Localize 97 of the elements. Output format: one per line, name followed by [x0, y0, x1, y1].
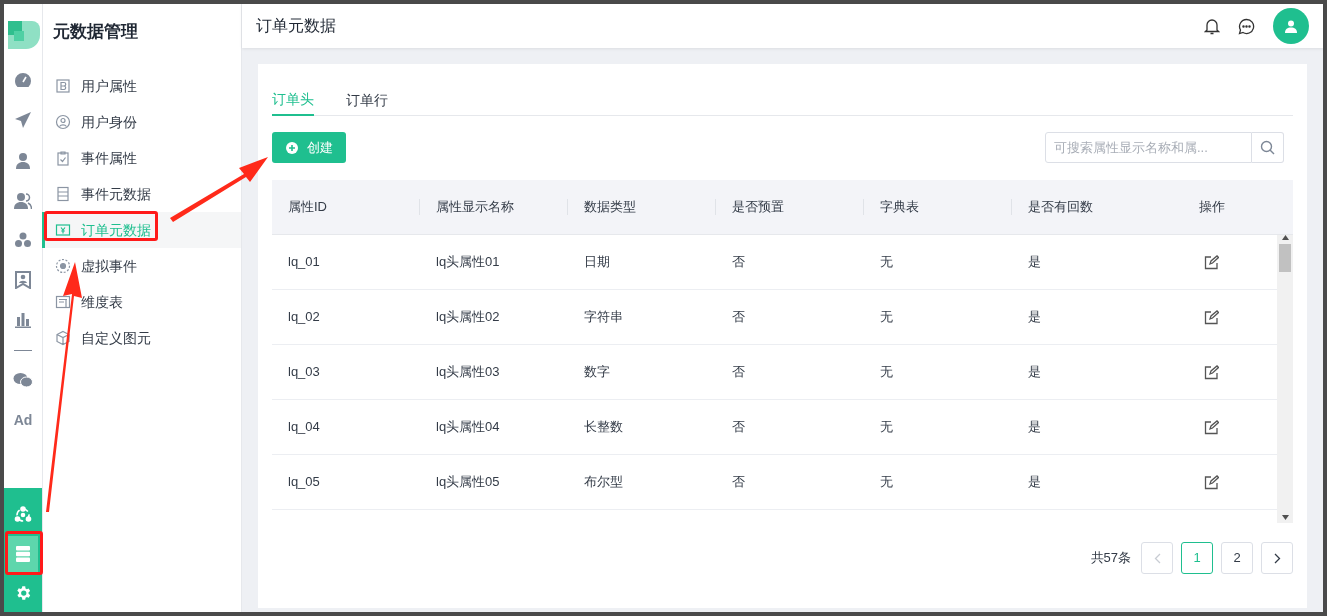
yen-card-icon — [55, 222, 71, 238]
letter-b-icon — [55, 78, 71, 94]
table-cell-text: 布尔型 — [583, 473, 623, 492]
dotted-circle-icon — [55, 258, 71, 274]
table-cell-text: 数字 — [583, 363, 610, 382]
bell-icon[interactable] — [1204, 17, 1220, 35]
sidebar-item-label: 订单元数据 — [81, 220, 151, 240]
table-cell-text: 日期 — [583, 253, 610, 272]
server-icon — [55, 186, 71, 202]
sidebar-item-label: 自定义图元 — [81, 328, 151, 348]
column-header: 属性显示名称 — [436, 198, 514, 217]
sidebar-item-label: 事件属性 — [81, 148, 137, 168]
table-cell-text: lq_04 — [287, 418, 320, 437]
table-cell-text: 无 — [879, 473, 893, 492]
table-cell-text: lq头属性03 — [435, 363, 500, 382]
table-cell-text: 否 — [731, 308, 745, 327]
chevron-left-icon — [1153, 552, 1161, 564]
scroll-down-icon[interactable] — [1281, 515, 1289, 520]
sidebar-item-label: 用户属性 — [81, 76, 137, 96]
sidebar-item-label: 事件元数据 — [81, 184, 151, 204]
table-cell-text: 无 — [879, 363, 893, 382]
table-cell-text: 否 — [731, 363, 745, 382]
edit-icon[interactable] — [1204, 254, 1219, 270]
chat-bubbles-icon[interactable] — [13, 372, 33, 388]
table-cell-text: 是 — [1027, 363, 1041, 382]
total-count: 共57条 — [1090, 549, 1131, 568]
table-cell-text: lq_02 — [287, 308, 320, 327]
table-cell-text: 否 — [731, 253, 745, 272]
sidebar-item[interactable]: 用户身份 — [43, 104, 241, 140]
column-header: 字典表 — [880, 198, 919, 217]
paper-plane-icon[interactable] — [14, 111, 32, 129]
sidebar-item[interactable]: 用户属性 — [43, 68, 241, 104]
table-cell-text: 否 — [731, 473, 745, 492]
scrollbar[interactable] — [1277, 235, 1293, 523]
table-cell-text: 长整数 — [583, 418, 623, 437]
scrollbar-thumb[interactable] — [1279, 244, 1291, 272]
share-nodes-icon[interactable] — [14, 506, 32, 524]
sidebar-item-label: 维度表 — [81, 292, 123, 312]
chevron-right-icon — [1273, 552, 1281, 564]
table-cell-text: 无 — [879, 418, 893, 437]
column-header: 操作 — [1198, 198, 1225, 217]
table-cell-text: lq头属性01 — [435, 253, 500, 272]
table-cell-text: 无 — [879, 308, 893, 327]
column-header: 是否预置 — [732, 198, 784, 217]
sidebar-title: 元数据管理 — [52, 21, 139, 44]
user-circle-icon — [55, 114, 71, 130]
tab[interactable]: 订单行 — [346, 84, 388, 116]
settings-icon[interactable] — [14, 584, 32, 602]
table-cell-text: lq_01 — [287, 253, 320, 272]
sidebar-item[interactable]: 事件属性 — [43, 140, 241, 176]
table-cell-text: 是 — [1027, 253, 1041, 272]
edit-icon[interactable] — [1204, 364, 1219, 380]
users-icon[interactable] — [14, 191, 32, 209]
search-button[interactable] — [1252, 132, 1284, 163]
cluster-icon[interactable] — [14, 232, 32, 248]
bar-chart-icon[interactable] — [14, 312, 32, 328]
clipboard-check-icon — [55, 150, 71, 166]
edit-icon[interactable] — [1204, 419, 1219, 435]
gauge-icon[interactable] — [14, 72, 32, 88]
table-cell-text: lq头属性04 — [435, 418, 500, 437]
plus-circle-icon — [285, 141, 298, 154]
highlight-frame — [5, 531, 43, 575]
table-cell-text: 否 — [731, 418, 745, 437]
sidebar-item[interactable]: 事件元数据 — [43, 176, 241, 212]
sidebar-item[interactable]: 自定义图元 — [43, 320, 241, 356]
search-field[interactable]: 可搜索属性显示名称和属... — [1045, 132, 1252, 163]
ad-link[interactable]: Ad — [13, 409, 33, 431]
chat-icon[interactable] — [1238, 17, 1255, 35]
table-cell-text: 字符串 — [583, 308, 623, 327]
badge-icon[interactable] — [15, 271, 31, 289]
table-cell-text: lq_03 — [287, 363, 320, 382]
table-cell-text: 是 — [1027, 308, 1041, 327]
sidebar-item-label: 虚拟事件 — [81, 256, 137, 276]
sidebar-item[interactable]: 维度表 — [43, 284, 241, 320]
avatar[interactable] — [1273, 8, 1309, 44]
table-cell-text: 是 — [1027, 418, 1041, 437]
page-button[interactable]: 2 — [1221, 542, 1253, 574]
search-icon — [1260, 140, 1275, 155]
table-cell-text: lq头属性02 — [435, 308, 500, 327]
sidebar-item[interactable]: 虚拟事件 — [43, 248, 241, 284]
column-header: 是否有回数 — [1028, 198, 1093, 217]
cube-icon — [55, 330, 71, 346]
edit-icon[interactable] — [1204, 309, 1219, 325]
table-cell-text: 是 — [1027, 473, 1041, 492]
user-silhouette-icon — [1285, 19, 1297, 33]
edit-icon[interactable] — [1204, 474, 1219, 490]
page-title: 订单元数据 — [256, 16, 336, 36]
next-page-button[interactable] — [1261, 542, 1293, 574]
table-cell-text: lq_05 — [287, 473, 320, 492]
sidebar-item-label: 用户身份 — [81, 112, 137, 132]
table-cell-text: 无 — [879, 253, 893, 272]
column-header: 数据类型 — [584, 198, 636, 217]
table-cell-text: lq头属性05 — [435, 473, 500, 492]
rail-divider — [14, 349, 32, 351]
column-header: 属性ID — [288, 198, 327, 217]
user-icon[interactable] — [15, 151, 31, 169]
table-icon — [55, 294, 71, 310]
